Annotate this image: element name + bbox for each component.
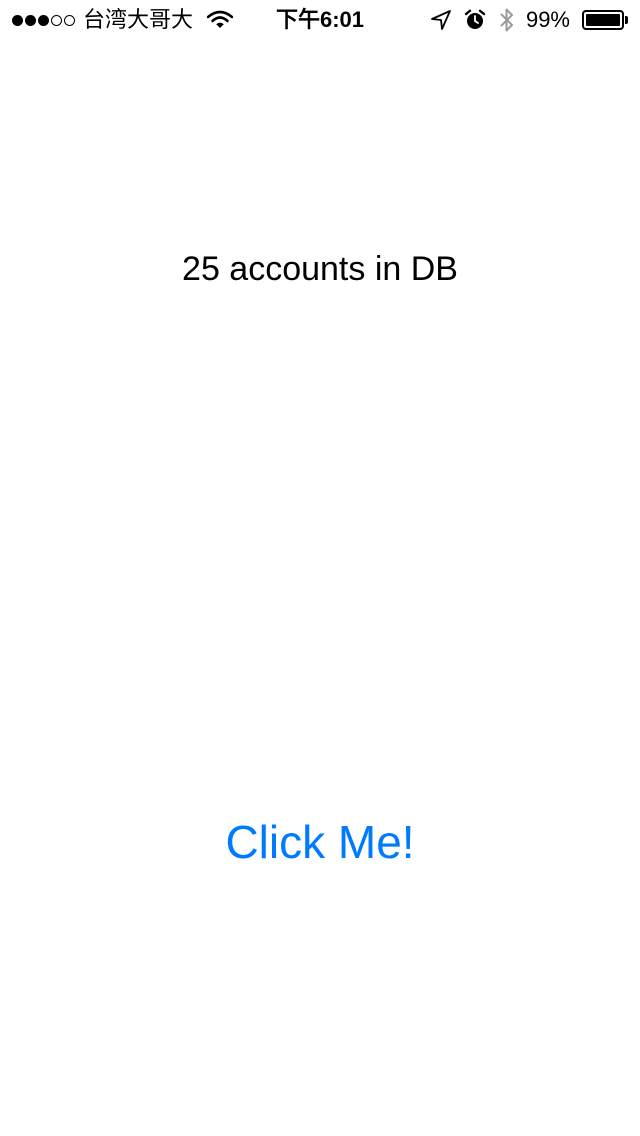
alarm-clock-icon — [464, 9, 486, 29]
status-bar-right: 99% — [430, 0, 630, 40]
battery-fill — [586, 14, 620, 26]
bluetooth-icon — [500, 8, 513, 32]
accounts-count-label: 25 accounts in DB — [182, 250, 458, 288]
click-me-button[interactable]: Click Me! — [170, 810, 470, 874]
location-arrow-icon — [431, 10, 451, 30]
battery-cap — [625, 16, 628, 24]
battery-body — [582, 10, 624, 30]
battery-icon — [582, 9, 630, 31]
status-bar: 台湾大哥大 下午6:01 99% — [0, 0, 640, 40]
battery-percentage: 99% — [525, 7, 570, 32]
